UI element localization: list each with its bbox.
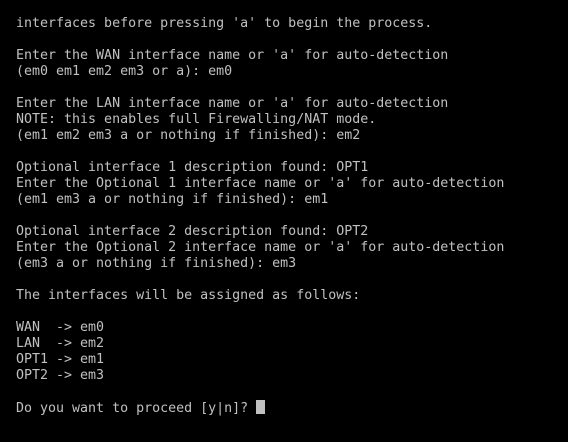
- console-line: Enter the Optional 2 interface name or '…: [16, 240, 505, 255]
- console-line: interfaces before pressing 'a' to begin …: [16, 16, 433, 31]
- console-line: (em1 em2 em3 a or nothing if finished): …: [16, 128, 361, 143]
- console-line: (em3 a or nothing if finished): em3: [16, 256, 297, 271]
- console-line: WAN -> em0: [16, 320, 105, 335]
- proceed-prompt: Do you want to proceed [y|n]?: [16, 401, 257, 416]
- console-line: (em1 em3 a or nothing if finished): em1: [16, 192, 329, 207]
- prompt-line[interactable]: Do you want to proceed [y|n]?: [16, 400, 568, 416]
- terminal-console[interactable]: interfaces before pressing 'a' to begin …: [16, 16, 568, 416]
- console-line: The interfaces will be assigned as follo…: [16, 288, 361, 303]
- console-line: OPT2 -> em3: [16, 368, 105, 383]
- console-line: Optional interface 1 description found: …: [16, 160, 369, 175]
- console-line: OPT1 -> em1: [16, 352, 105, 367]
- text-cursor[interactable]: [256, 400, 266, 414]
- console-line: (em0 em1 em2 em3 or a): em0: [16, 64, 233, 79]
- console-line: NOTE: this enables full Firewalling/NAT …: [16, 112, 377, 127]
- console-line: Optional interface 2 description found: …: [16, 224, 369, 239]
- console-line: Enter the WAN interface name or 'a' for …: [16, 48, 449, 63]
- console-line: LAN -> em2: [16, 336, 105, 351]
- console-line: Enter the LAN interface name or 'a' for …: [16, 96, 449, 111]
- console-line: Enter the Optional 1 interface name or '…: [16, 176, 505, 191]
